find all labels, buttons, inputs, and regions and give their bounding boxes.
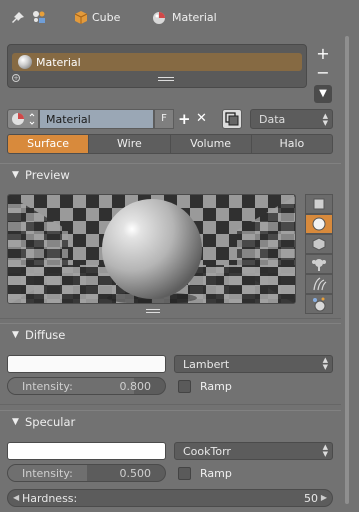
diffuse-panel-header[interactable]: ▼ Diffuse: [0, 323, 341, 345]
specular-intensity-label: Intensity:: [22, 467, 73, 480]
preview-panel-title: Preview: [25, 168, 70, 182]
tab-halo[interactable]: Halo: [252, 135, 332, 153]
material-sphere-icon: [18, 55, 32, 69]
plane-icon: [313, 198, 325, 210]
material-preview: [7, 194, 296, 304]
specular-panel-header[interactable]: ▼ Specular: [0, 410, 341, 432]
scene-data-icon: [31, 9, 47, 25]
panel-divider: [0, 318, 341, 319]
material-name-field[interactable]: Material: [39, 109, 154, 129]
chevron-updown-icon: ▲ ▼: [322, 112, 328, 127]
unlink-material-button[interactable]: ✕: [196, 111, 207, 131]
preview-cube-button[interactable]: [305, 234, 333, 254]
tab-wire[interactable]: Wire: [89, 135, 171, 153]
material-browse-icon: [12, 113, 35, 125]
object-cube-icon: [73, 10, 89, 26]
remove-slot-button[interactable]: −: [314, 64, 332, 82]
sphere-icon: [312, 217, 326, 231]
chevron-updown-icon: ▲ ▼: [322, 443, 328, 458]
diffuse-shader-select[interactable]: Lambert ▲ ▼: [174, 355, 333, 373]
panel-divider: [0, 404, 341, 405]
header-material-name: Material: [172, 11, 217, 24]
preview-sphere-button[interactable]: [305, 214, 333, 234]
sphere-sky-icon: [313, 297, 326, 312]
copy-icon: [225, 112, 239, 126]
cube-icon: [312, 237, 326, 251]
material-browse-button[interactable]: [7, 109, 39, 129]
tab-volume[interactable]: Volume: [171, 135, 252, 153]
link-browse-button[interactable]: [222, 109, 242, 129]
decrement-arrow-icon[interactable]: ◀: [13, 493, 19, 502]
specular-intensity-slider[interactable]: Intensity: 0.500: [7, 464, 166, 482]
collapse-triangle-icon: ▼: [12, 417, 19, 427]
specular-shader-value: CookTorr: [183, 445, 231, 458]
preview-plane-button[interactable]: [305, 194, 333, 214]
new-material-button[interactable]: +: [178, 110, 191, 130]
diffuse-intensity-label: Intensity:: [22, 380, 73, 393]
material-slot-list: Material +: [7, 44, 307, 88]
hardness-value: 50: [304, 492, 318, 505]
properties-scrollbar[interactable]: [343, 36, 351, 508]
link-mode-value: Data: [259, 113, 286, 126]
context-header: Cube Material: [0, 0, 359, 36]
preview-panel-header[interactable]: ▼ Preview: [0, 163, 341, 185]
fake-user-button[interactable]: F: [154, 109, 174, 129]
diffuse-ramp-label: Ramp: [200, 380, 232, 393]
specular-intensity-value: 0.500: [119, 467, 152, 480]
material-icon: [151, 10, 167, 26]
hardness-label: Hardness:: [22, 492, 78, 505]
specular-color-swatch[interactable]: [7, 442, 166, 460]
collapse-triangle-icon: ▼: [12, 170, 19, 180]
list-resize-grip[interactable]: [158, 77, 174, 81]
diffuse-panel-title: Diffuse: [25, 328, 66, 342]
diffuse-color-swatch[interactable]: [7, 355, 166, 373]
preview-shape-selector: [305, 194, 333, 314]
hair-icon: [313, 277, 327, 291]
collapse-triangle-icon: ▼: [12, 330, 19, 340]
scrollbar-thumb[interactable]: [345, 36, 349, 504]
material-slot-label: Material: [36, 56, 81, 69]
preview-render: [8, 195, 295, 303]
specular-shader-select[interactable]: CookTorr ▲ ▼: [174, 442, 333, 460]
specular-hardness-field[interactable]: ◀ Hardness: 50 ▶: [7, 489, 333, 507]
preview-resize-grip[interactable]: [146, 309, 160, 313]
specular-panel-title: Specular: [25, 415, 76, 429]
monkey-icon: [312, 259, 326, 271]
preview-hair-button[interactable]: [305, 274, 333, 294]
specular-ramp-checkbox[interactable]: [178, 467, 191, 480]
specular-ramp-label: Ramp: [200, 467, 232, 480]
preview-monkey-button[interactable]: [305, 254, 333, 274]
add-slot-button[interactable]: +: [314, 45, 332, 63]
slot-filter-icon[interactable]: +: [12, 74, 20, 82]
diffuse-ramp-checkbox[interactable]: [178, 380, 191, 393]
material-slot-item[interactable]: Material: [12, 53, 302, 71]
increment-arrow-icon[interactable]: ▶: [321, 493, 327, 502]
diffuse-intensity-slider[interactable]: Intensity: 0.800: [7, 377, 166, 395]
chevron-updown-icon: ▲ ▼: [322, 356, 328, 371]
diffuse-shader-value: Lambert: [183, 358, 230, 371]
tab-surface[interactable]: Surface: [8, 135, 90, 153]
slot-specials-button[interactable]: ▼: [314, 85, 332, 103]
material-type-tabs: Surface Wire Volume Halo: [7, 134, 333, 154]
pin-icon[interactable]: [10, 10, 26, 26]
diffuse-intensity-value: 0.800: [119, 380, 152, 393]
link-mode-select[interactable]: Data ▲ ▼: [250, 109, 333, 129]
preview-world-button[interactable]: [305, 294, 333, 314]
header-object-name: Cube: [92, 11, 121, 24]
